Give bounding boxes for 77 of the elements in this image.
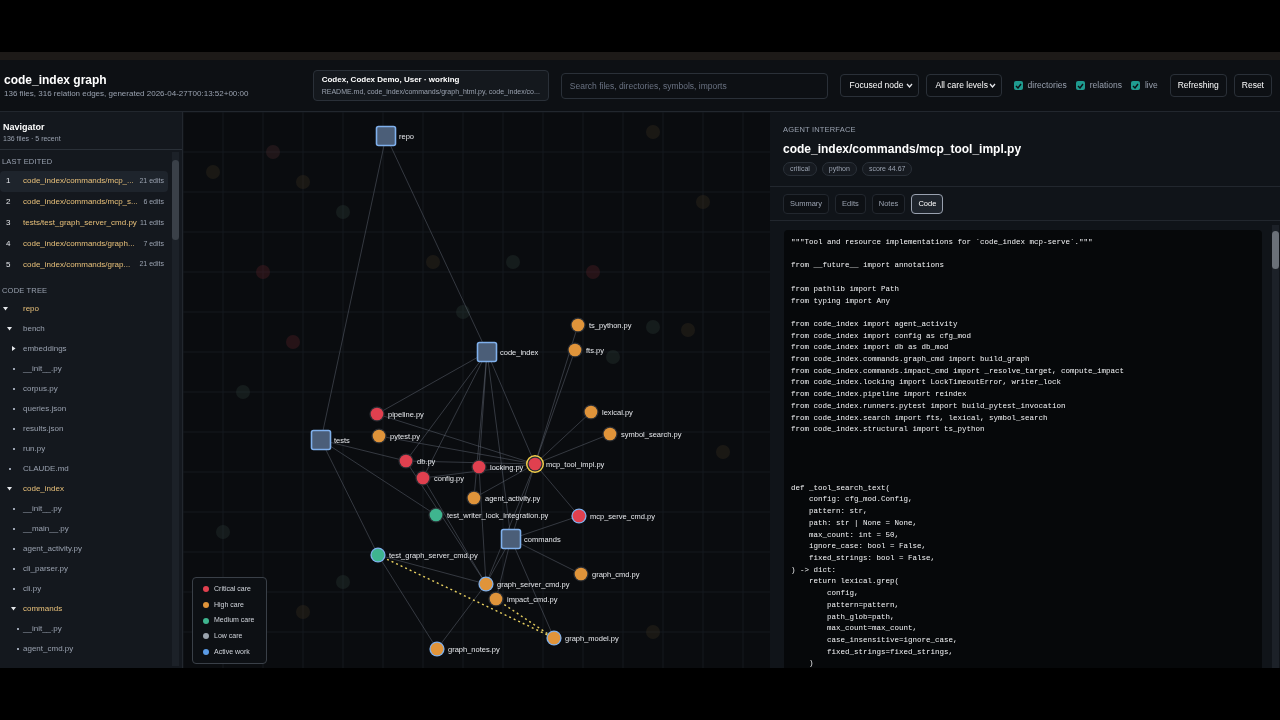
file-node[interactable]: [398, 453, 414, 469]
file-node[interactable]: [602, 426, 618, 442]
faded-node[interactable]: [266, 145, 280, 159]
tree-item[interactable]: __init__.py: [23, 623, 62, 635]
button[interactable]: Refreshing: [1169, 74, 1227, 97]
file-node[interactable]: [526, 455, 544, 473]
button[interactable]: Reset: [1233, 74, 1272, 97]
rank-number: 4: [6, 237, 12, 250]
file-node[interactable]: [429, 641, 445, 657]
dropdown[interactable]: Focused node: [839, 74, 919, 97]
tree-item[interactable]: agent_cmd.py: [23, 643, 74, 655]
file-path: code_index/commands/mcp_...: [23, 175, 135, 188]
directory-node[interactable]: [375, 125, 397, 147]
navigator-title: Navigator: [3, 121, 46, 133]
file-path: tests/test_graph_server_cmd.py: [23, 217, 138, 229]
tree-item[interactable]: commands: [23, 603, 63, 615]
file-node[interactable]: [370, 547, 386, 563]
file-node[interactable]: [371, 428, 387, 444]
checkbox-label: live: [1144, 79, 1158, 92]
tree-item[interactable]: repo: [23, 303, 39, 315]
file-node[interactable]: [369, 406, 385, 422]
rank-number: 3: [6, 217, 12, 229]
rank-number: 1: [6, 175, 12, 188]
file-node[interactable]: [583, 404, 599, 420]
dropdown[interactable]: All care levels: [925, 74, 1002, 97]
search-field[interactable]: Search files, directories, symbols, imports: [560, 72, 828, 99]
tree-item[interactable]: __init__.py: [23, 503, 62, 515]
file-node[interactable]: [573, 566, 589, 582]
file-path: code_index/commands/mcp_s...: [23, 196, 139, 209]
file-node[interactable]: [570, 317, 586, 333]
file-node[interactable]: [478, 576, 494, 592]
file-node[interactable]: [428, 507, 444, 523]
tree-item[interactable]: queries.json: [23, 403, 67, 415]
rank-number: 5: [6, 258, 12, 271]
tree-item[interactable]: cli.py: [23, 583, 42, 595]
scrollbar[interactable]: [1272, 225, 1279, 668]
directory-node[interactable]: [310, 429, 332, 451]
file-title: code_index/commands/mcp_tool_impl.py: [783, 141, 1023, 157]
tree-item[interactable]: cli_parser.py: [23, 563, 68, 575]
activity-title: Codex, Codex Demo, User · working: [321, 73, 461, 86]
tree-item[interactable]: results.json: [23, 423, 64, 435]
tree-item[interactable]: corpus.py: [23, 383, 58, 395]
checkbox[interactable]: [1013, 81, 1023, 90]
faded-node[interactable]: [456, 305, 470, 319]
checkbox[interactable]: [1075, 81, 1085, 90]
file-path: code_index/commands/graph...: [23, 237, 136, 250]
faded-node[interactable]: [586, 265, 600, 279]
file-node[interactable]: [488, 591, 504, 607]
tree-item[interactable]: __init__.py: [23, 363, 62, 375]
faded-node[interactable]: [426, 255, 440, 269]
tree-item[interactable]: agent_activity.py: [23, 543, 82, 555]
rank-number: 2: [6, 196, 12, 209]
checkbox-label: directories: [1027, 79, 1067, 92]
tree-item[interactable]: embeddings: [23, 343, 67, 355]
file-node[interactable]: [466, 490, 482, 506]
checkbox[interactable]: [1130, 81, 1140, 90]
chevron-down-icon: [905, 83, 913, 88]
file-node[interactable]: [471, 459, 487, 475]
file-node[interactable]: [571, 508, 587, 524]
faded-node[interactable]: [286, 335, 300, 349]
file-path: code_index/commands/grap...: [23, 258, 132, 271]
checkbox-label: relations: [1089, 79, 1122, 92]
tree-item[interactable]: CLAUDE.md: [23, 463, 69, 475]
chevron-down-icon: [988, 83, 996, 88]
tree-item[interactable]: bench: [23, 323, 45, 335]
faded-node[interactable]: [256, 265, 270, 279]
app-title: code_index graph: [4, 71, 108, 88]
tree-item[interactable]: code_index: [23, 483, 64, 495]
file-node[interactable]: [546, 630, 562, 646]
file-node[interactable]: [567, 342, 583, 358]
directory-node[interactable]: [476, 341, 498, 363]
file-node[interactable]: [415, 470, 431, 486]
scrollbar[interactable]: [172, 152, 179, 666]
tree-item[interactable]: run.py: [23, 443, 46, 455]
graph-summary: 136 files, 316 relation edges, generated 2026-04-27T00:13:52+00:00: [4, 87, 250, 100]
directory-node[interactable]: [500, 528, 522, 550]
tree-item[interactable]: __main__.py: [23, 523, 69, 535]
